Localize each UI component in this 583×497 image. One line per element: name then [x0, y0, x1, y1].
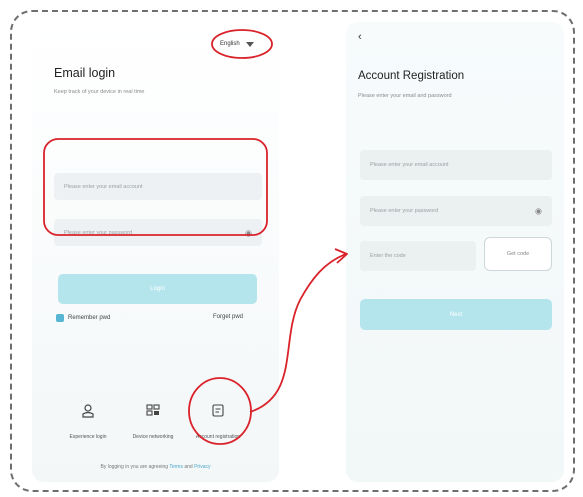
- password-input[interactable]: Please enter your password ◉: [54, 219, 262, 246]
- email-input[interactable]: Please enter your email account: [54, 173, 262, 200]
- network-icon: [123, 404, 183, 420]
- register-icon: [188, 404, 248, 420]
- verification-code-input[interactable]: Enter the code: [360, 241, 476, 271]
- eye-icon[interactable]: ◉: [245, 228, 252, 237]
- registration-subtitle: Please enter your email and password: [358, 93, 452, 99]
- registration-title: Account Registration: [358, 70, 465, 82]
- option-label: Experience login: [69, 434, 107, 440]
- language-label: English: [220, 41, 240, 47]
- eye-icon[interactable]: ◉: [535, 207, 542, 216]
- register-email-input[interactable]: Please enter your email account: [360, 150, 552, 180]
- page-title: Email login: [54, 66, 116, 80]
- person-icon: [58, 404, 118, 420]
- login-button[interactable]: Login: [58, 274, 257, 304]
- page-subtitle: Keep track of your device in real time: [54, 89, 145, 95]
- language-selector[interactable]: English: [220, 36, 254, 52]
- forgot-password-link[interactable]: Forget pwd: [213, 314, 243, 320]
- back-arrow-icon[interactable]: ‹: [358, 31, 362, 43]
- option-label: Device networking: [132, 434, 174, 440]
- account-registration-option[interactable]: Account registration: [188, 404, 248, 441]
- agreement-prefix: By logging in you are agreeing: [100, 464, 169, 470]
- get-code-button[interactable]: Get code: [484, 237, 552, 271]
- agreement-and: and: [184, 464, 193, 470]
- device-networking-option[interactable]: Device networking: [123, 404, 183, 441]
- register-email-placeholder: Please enter your email account: [370, 162, 449, 168]
- remember-password[interactable]: Remember pwd: [56, 314, 110, 322]
- chevron-down-icon: [245, 41, 254, 47]
- next-button[interactable]: Next: [360, 299, 552, 330]
- terms-link[interactable]: Terms: [169, 464, 183, 470]
- option-label: Account registration: [195, 434, 241, 440]
- privacy-link[interactable]: Privacy: [194, 464, 210, 470]
- checkbox-icon[interactable]: [56, 314, 64, 322]
- remember-label: Remember pwd: [68, 315, 111, 321]
- code-placeholder: Enter the code: [370, 253, 406, 259]
- email-placeholder: Please enter your email account: [64, 183, 143, 190]
- agreement-text: By logging in you are agreeing Terms and…: [32, 464, 279, 470]
- account-registration-screen: ‹ Account Registration Please enter your…: [346, 22, 564, 482]
- register-password-input[interactable]: Please enter your password ◉: [360, 196, 552, 226]
- password-placeholder: Please enter your password: [64, 229, 133, 236]
- register-password-placeholder: Please enter your password: [370, 208, 439, 214]
- experience-login-option[interactable]: Experience login: [58, 404, 118, 441]
- email-login-screen: English Email login Keep track of your d…: [32, 22, 279, 482]
